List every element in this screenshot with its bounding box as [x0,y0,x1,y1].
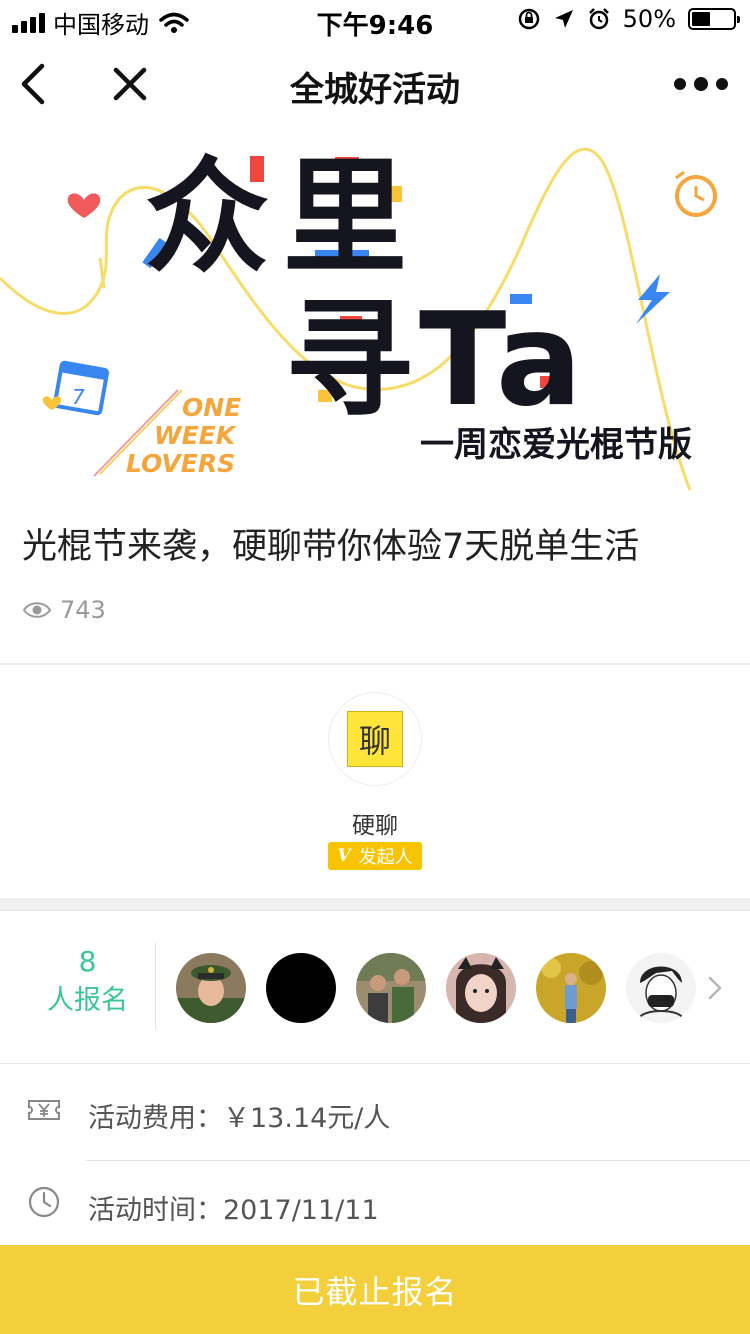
time-value: 2017/11/11 [223,1195,379,1226]
organizer-badge: V 发起人 [328,842,422,870]
signup-count-label: 人报名 [47,985,128,1016]
participant-avatar[interactable] [536,953,606,1023]
nav-bar: 全城好活动 [0,40,750,128]
battery-icon [688,8,740,30]
battery-percent: 50% [622,5,676,33]
banner-title-line2: 寻Ta [285,286,588,435]
chevron-right-icon[interactable] [706,975,724,1001]
more-dot-icon [674,78,686,90]
chevron-left-icon [21,63,45,105]
organizer-badge-label: 发起人 [358,847,413,868]
fee-row: 活动费用：￥13.14元/人 [0,1068,750,1158]
time-text: 活动时间：2017/11/11 [88,1188,379,1227]
more-button[interactable] [674,70,728,98]
organizer-logo: 聊 [347,711,403,767]
fee-value: ￥13.14元/人 [223,1103,391,1134]
signup-closed-button[interactable]: 已截止报名 [0,1245,750,1334]
status-right: 50% [517,5,740,33]
banner-art: 7 ONE WEEK LOVERS 众里 寻Ta 一周恋爱光棍节版 [0,146,717,490]
participant-avatar[interactable] [176,953,246,1023]
alarm-icon [588,8,609,30]
organizer-avatar[interactable]: 聊 [328,692,422,786]
orientation-lock-icon [518,8,539,30]
status-bar: 中国移动 下午9:46 50% [0,0,750,41]
calendar-day: 7 [72,385,85,409]
more-dot-icon [716,78,728,90]
heart-icon [67,193,101,218]
clock-icon [28,1186,60,1218]
article-title: 光棍节来袭，硬聊带你体验7天脱单生活 [22,527,640,567]
participant-avatar[interactable] [446,953,516,1023]
side-text-one: ONE [182,393,241,422]
eye-icon [22,602,52,618]
participant-avatar[interactable] [356,953,426,1023]
organizer-name: 硬聊 [352,813,398,839]
view-count-value: 743 [60,596,106,624]
more-dot-icon [694,77,708,91]
banner-title-line1: 众里 [145,146,421,290]
verified-v-icon: V [337,846,351,866]
time-label: 活动时间： [88,1195,223,1226]
location-icon [554,10,573,28]
lightning-icon [636,274,670,324]
fee-text: 活动费用：￥13.14元/人 [88,1096,390,1135]
time-row: 活动时间：2017/11/11 [0,1160,750,1250]
clock-icon [675,170,717,217]
back-button[interactable] [14,58,54,110]
signup-count-number: 8 [78,945,97,978]
divider [0,663,750,665]
side-text-week: WEEK [154,421,237,450]
section-separator [0,898,750,910]
view-count: 743 [22,596,106,624]
close-button[interactable] [108,62,152,106]
fee-label: 活动费用： [88,1103,223,1134]
event-banner: 7 ONE WEEK LOVERS 众里 寻Ta 一周恋爱光棍节版 [0,128,750,490]
participant-avatar[interactable] [626,953,696,1023]
calendar-icon: 7 [42,360,109,416]
participants-row[interactable]: 8 人报名 [0,910,750,1064]
signup-count: 8 人报名 [20,943,156,1029]
side-text-lovers: LOVERS [126,449,235,478]
banner-subtitle: 一周恋爱光棍节版 [420,425,692,465]
ticket-icon [28,1100,60,1120]
close-icon [113,67,147,101]
participant-avatar[interactable] [266,953,336,1023]
